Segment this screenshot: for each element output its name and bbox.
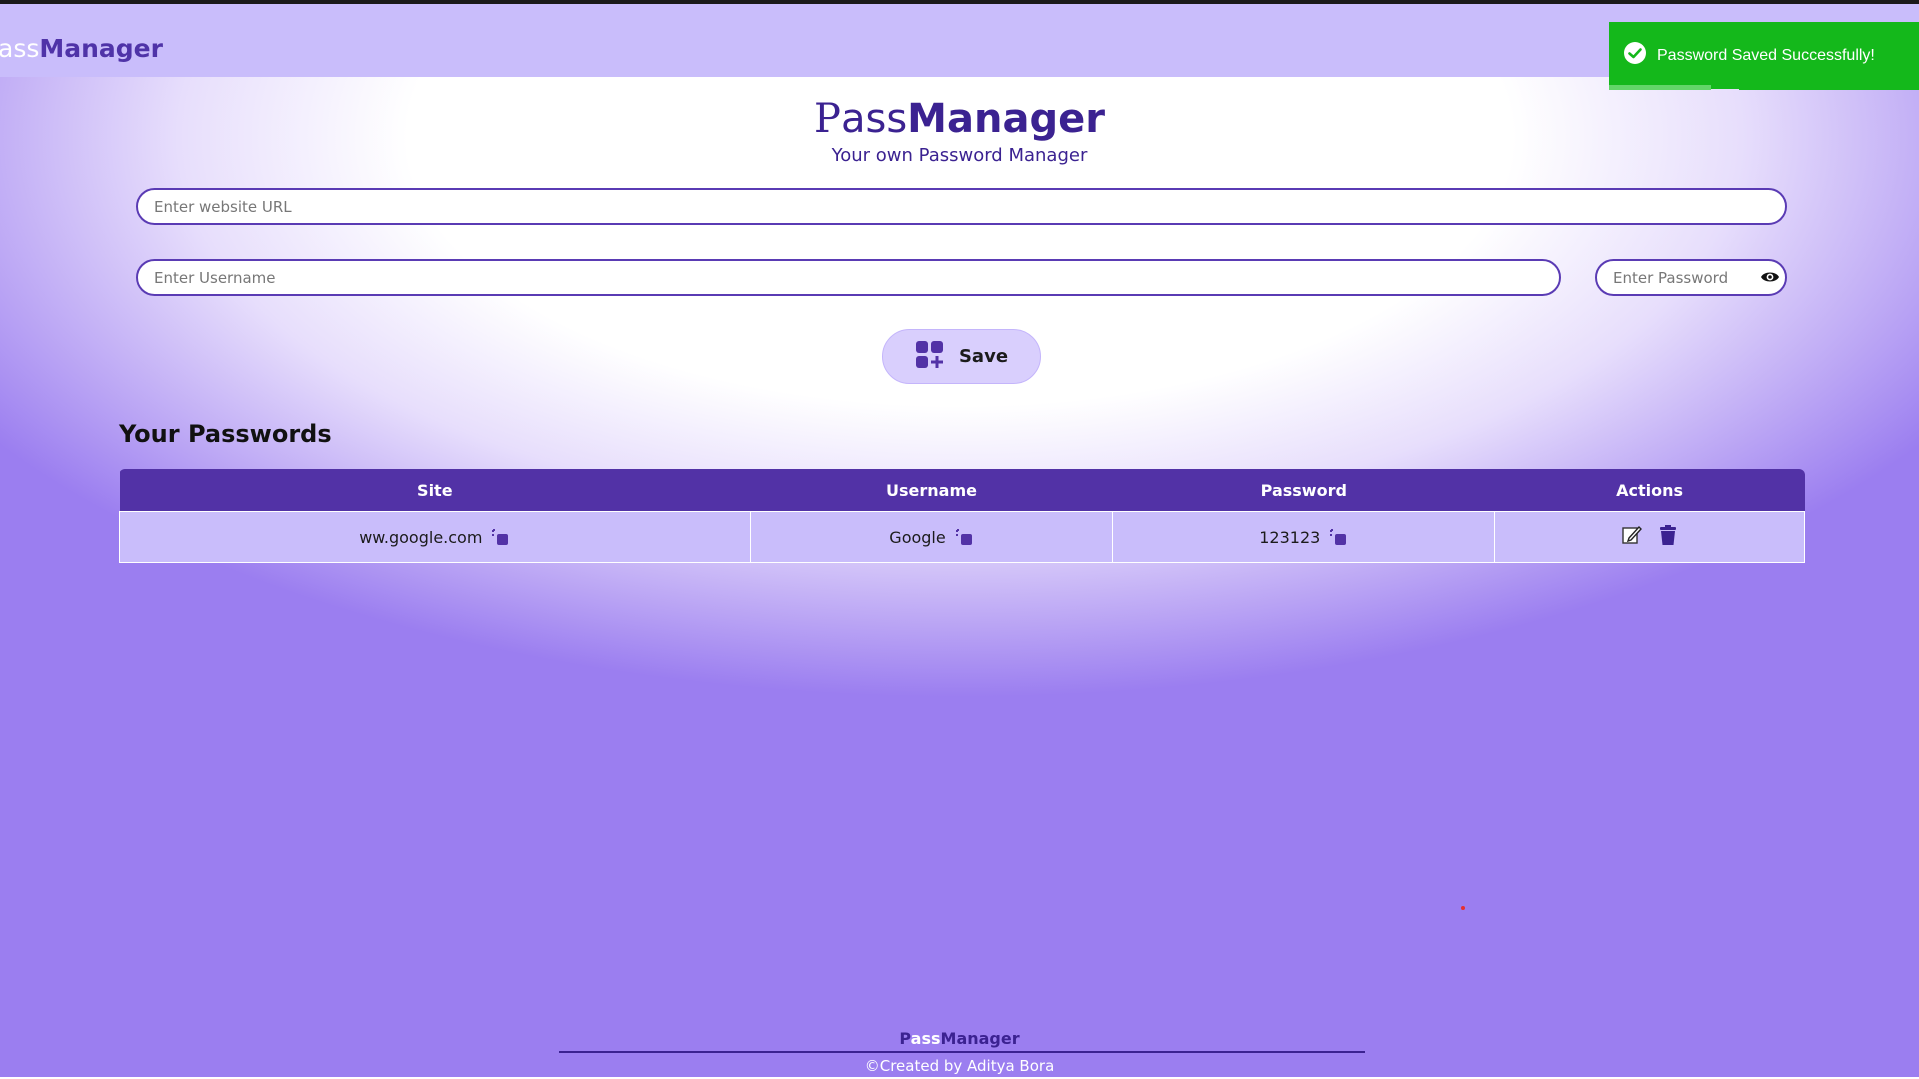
toast-message: Password Saved Successfully! [1657, 46, 1875, 64]
passwords-table: Site Username Password Actions ww.google… [119, 469, 1805, 563]
save-button-label: Save [958, 346, 1009, 367]
logo-manager: Manager [907, 96, 1105, 142]
copy-icon[interactable] [954, 527, 974, 547]
actions-cell [1494, 511, 1805, 563]
column-header-site: Site [119, 469, 751, 512]
navbar-brand-bold: Manager [39, 34, 163, 63]
table-header-row: Site Username Password Actions [119, 469, 1805, 512]
footer-brand-ass: ass [910, 1029, 941, 1048]
toast-progress-bar [1739, 85, 1919, 90]
logo-p: P [814, 96, 841, 142]
footer-credit: ©Created by Aditya Bora [864, 1057, 1055, 1075]
site-cell: ww.google.com [119, 511, 751, 563]
website-url-input[interactable] [136, 188, 1787, 225]
password-cell: 123123 [1112, 511, 1496, 563]
password-input[interactable] [1595, 259, 1787, 296]
footer-brand-p: P [899, 1029, 911, 1048]
table-row: ww.google.com Google 123123 [119, 511, 1805, 563]
username-cell: Google [749, 511, 1114, 563]
navbar-brand-light: ass [0, 34, 40, 63]
copy-icon[interactable] [1328, 527, 1348, 547]
passwords-title: Your Passwords [119, 420, 332, 448]
edit-icon[interactable] [1621, 524, 1643, 546]
footer-brand-manager: Manager [940, 1029, 1020, 1048]
toast-progress-elapsed [1609, 85, 1711, 90]
navbar-brand[interactable]: assManager [0, 34, 163, 63]
toast-notification[interactable]: Password Saved Successfully! [1609, 22, 1919, 89]
page-logo: PassManager [0, 96, 1919, 142]
footer-divider [559, 1051, 1365, 1053]
save-button[interactable]: Save [882, 329, 1041, 384]
site-link[interactable]: ww.google.com [359, 528, 482, 547]
check-circle-icon [1623, 41, 1647, 70]
column-header-password: Password [1112, 469, 1495, 512]
page-background [0, 77, 1919, 1079]
username-input[interactable] [136, 259, 1561, 296]
trash-icon[interactable] [1657, 524, 1679, 546]
tagline: Your own Password Manager [831, 145, 1088, 166]
username-value: Google [889, 527, 946, 547]
footer-brand: PassManager [0, 1029, 1919, 1048]
logo-ass: ass [840, 96, 908, 142]
eye-icon[interactable] [1760, 268, 1780, 286]
add-grid-icon [915, 340, 945, 374]
copy-icon[interactable] [490, 527, 510, 547]
column-header-username: Username [750, 469, 1113, 512]
column-header-actions: Actions [1494, 469, 1805, 512]
password-value: 123123 [1259, 527, 1321, 547]
cursor-dot [1461, 906, 1465, 910]
